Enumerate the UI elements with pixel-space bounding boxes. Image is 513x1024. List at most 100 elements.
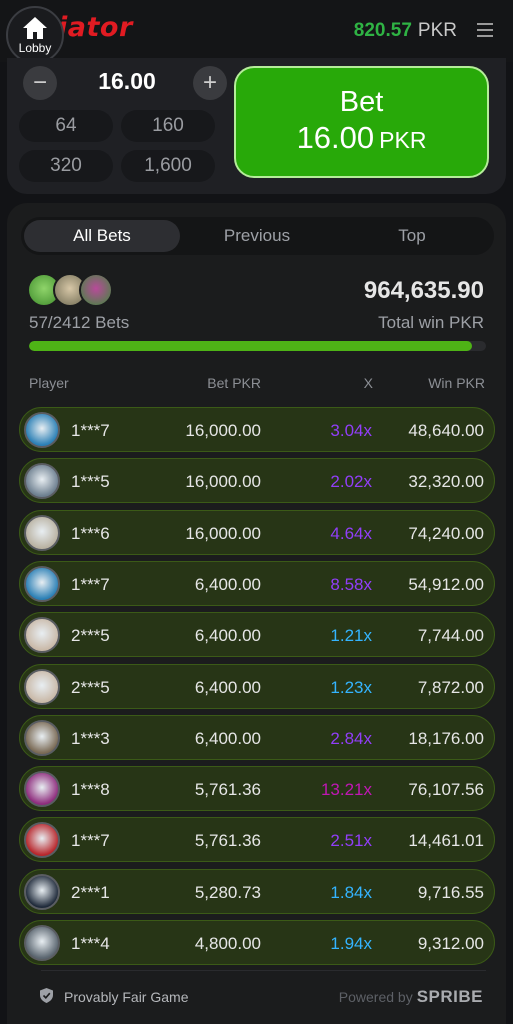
bet-amount: 6,400.00 (194, 626, 261, 646)
divider (41, 970, 486, 971)
total-win-label: Total win PKR (378, 313, 484, 332)
player-avatar (24, 514, 60, 551)
bet-amount: 5,280.73 (194, 882, 261, 902)
player-avatar (24, 463, 60, 500)
table-header: Player Bet PKR X Win PKR (7, 375, 506, 395)
bet-row: 1***7 6,400.00 8.58x 54,912.00 (19, 560, 495, 606)
total-win-amount: 964,635.90 (363, 277, 484, 304)
quick-amount-button[interactable]: 320 (19, 150, 113, 182)
win-amount: 18,176.00 (408, 728, 484, 748)
player-avatar (24, 771, 60, 808)
bet-amount: 4,800.00 (194, 934, 261, 953)
lobby-button[interactable]: Lobby (6, 6, 64, 64)
balance: 820.57 PKR (354, 20, 457, 42)
player-avatar (24, 873, 60, 910)
hamburger-menu-icon[interactable] (477, 23, 493, 37)
bet-amount-input[interactable]: 16.00 (67, 68, 187, 95)
player-avatar (24, 668, 60, 705)
player-name: 1***5 (71, 472, 110, 492)
avatar-group (27, 273, 117, 307)
bet-button-label: Bet (339, 86, 384, 118)
round-stats: 57/2412 Bets 964,635.90 Total win PKR (21, 271, 494, 351)
balance-amount: 820.57 (353, 20, 412, 41)
quick-amount-button[interactable]: 1,600 (121, 150, 215, 182)
multiplier: 1.23x (330, 677, 372, 697)
bet-amount: 6,400.00 (194, 677, 261, 697)
win-amount: 76,107.56 (408, 780, 484, 800)
column-bet: Bet PKR (207, 375, 261, 391)
multiplier: 1.84x (330, 882, 372, 902)
powered-by: Powered by SPRIBE (339, 987, 483, 1007)
win-amount: 9,312.00 (417, 934, 484, 953)
bet-row: 1***6 16,000.00 4.64x 74,240.00 (19, 509, 495, 555)
progress-fill (29, 341, 473, 351)
footer: Provably Fair Game Powered by SPRIBE (0, 978, 513, 1024)
bet-amount: 6,400.00 (194, 728, 261, 748)
column-win: Win PKR (428, 375, 485, 391)
tab-all-bets[interactable]: All Bets (24, 220, 180, 252)
win-amount: 74,240.00 (408, 523, 484, 543)
player-avatar (24, 617, 60, 654)
bet-amount: 16,000.00 (185, 472, 261, 492)
tab-previous[interactable]: Previous (179, 220, 335, 252)
multiplier: 1.21x (330, 626, 372, 646)
powered-by-label: Powered by (338, 989, 413, 1005)
lobby-label: Lobby (18, 40, 52, 55)
bet-button[interactable]: Bet 16.00 PKR (234, 66, 489, 178)
player-name: 1***4 (71, 934, 110, 953)
decrease-button[interactable]: − (23, 66, 57, 100)
win-amount: 9,716.55 (417, 882, 484, 902)
player-name: 1***3 (71, 728, 110, 748)
tab-top[interactable]: Top (334, 220, 490, 252)
bets-tabs: All Bets Previous Top (21, 217, 494, 255)
increase-button[interactable]: + (193, 66, 227, 100)
player-avatar (24, 565, 60, 602)
player-avatar (24, 719, 60, 756)
multiplier: 4.64x (330, 523, 372, 543)
player-name: 1***7 (71, 831, 110, 851)
bet-row: 1***8 5,761.36 13.21x 76,107.56 (19, 766, 495, 812)
bet-amount: 6,400.00 (194, 574, 261, 594)
bet-amount: 16,000.00 (185, 421, 261, 440)
quick-amount-button[interactable]: 64 (19, 110, 113, 142)
spribe-logo: SPRIBE (416, 987, 483, 1006)
amount-stepper: − 16.00 + (23, 64, 227, 100)
multiplier: 2.51x (330, 831, 372, 851)
player-name: 1***7 (71, 421, 110, 440)
player-avatar (24, 822, 60, 859)
player-name: 2***5 (71, 626, 110, 646)
avatar (79, 273, 113, 307)
bet-row: 2***1 5,280.73 1.84x 9,716.55 (19, 868, 495, 914)
bet-row: 2***5 6,400.00 1.23x 7,872.00 (19, 663, 495, 709)
quick-amount-button[interactable]: 160 (121, 110, 215, 142)
player-name: 1***7 (71, 574, 110, 594)
player-avatar (24, 925, 60, 961)
win-amount: 48,640.00 (408, 421, 484, 440)
bet-amount: 16,000.00 (185, 523, 261, 543)
bet-row: 2***5 6,400.00 1.21x 7,744.00 (19, 612, 495, 658)
player-avatar (24, 412, 60, 448)
bets-panel: All Bets Previous Top 57/2412 Bets 964,6… (7, 203, 506, 1024)
top-bar: Aviator Lobby 820.57 PKR (0, 0, 513, 64)
bet-amount: 5,761.36 (194, 831, 261, 851)
home-icon (23, 16, 47, 39)
win-amount: 7,744.00 (417, 626, 484, 646)
win-amount: 32,320.00 (408, 472, 484, 492)
bet-row: 1***4 4,800.00 1.94x 9,312.00 (19, 920, 495, 965)
multiplier: 13.21x (320, 780, 372, 800)
player-name: 1***8 (71, 780, 110, 800)
bets-count: 57/2412 Bets (29, 313, 130, 332)
bets-progress-bar (29, 341, 486, 351)
multiplier: 2.84x (330, 728, 372, 748)
provably-fair-link[interactable]: Provably Fair Game (64, 989, 188, 1005)
shield-check-icon (40, 988, 53, 1003)
bet-row: 1***7 16,000.00 3.04x 48,640.00 (19, 407, 495, 452)
multiplier: 8.58x (330, 574, 372, 594)
player-name: 1***6 (71, 523, 110, 543)
multiplier: 1.94x (330, 934, 372, 953)
balance-currency: PKR (417, 20, 457, 41)
column-multiplier: X (363, 375, 373, 391)
bet-panel: − 16.00 + 64 160 320 1,600 Bet 16.00 PKR (7, 58, 506, 194)
column-player: Player (29, 375, 69, 391)
bet-row: 1***5 16,000.00 2.02x 32,320.00 (19, 458, 495, 504)
